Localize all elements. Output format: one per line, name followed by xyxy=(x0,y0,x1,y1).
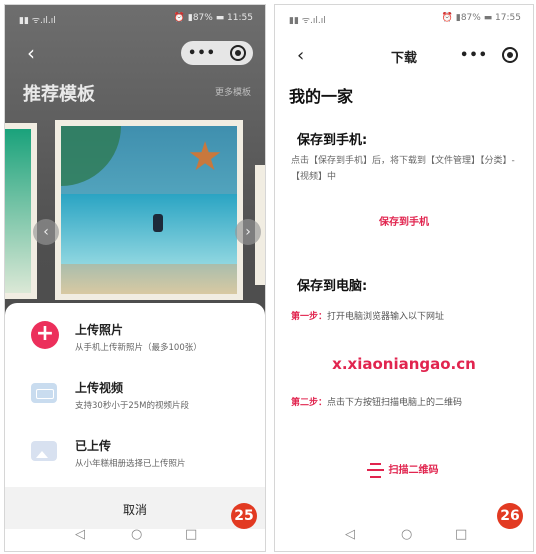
nav-back-icon[interactable]: ◁ xyxy=(345,527,355,542)
nav-back-icon[interactable]: ◁ xyxy=(75,527,85,542)
step-number-badge: 25 xyxy=(231,503,257,529)
close-miniprogram-icon[interactable] xyxy=(229,45,246,61)
back-icon[interactable]: ‹ xyxy=(27,43,35,63)
scan-icon xyxy=(366,462,384,478)
upload-video-desc: 支持30秒小于25M的视频片段 xyxy=(75,401,189,411)
template-thumbnail-prev[interactable] xyxy=(5,123,37,299)
video-icon xyxy=(31,383,57,403)
template-thumbnail-beach[interactable]: ★ xyxy=(55,120,243,300)
status-bar: ▮▮ ᯤ.ıl.ıl ⏰ ▮87% ▬ 11:55 xyxy=(5,5,265,31)
upload-video-title: 上传视频 xyxy=(75,381,124,395)
nav-recent-icon[interactable]: □ xyxy=(185,527,197,542)
more-menu-icon[interactable]: ••• xyxy=(460,48,488,63)
system-nav-bar: ◁ ○ □ xyxy=(5,521,265,551)
system-nav-bar: ◁ ○ □ xyxy=(275,521,533,551)
step-one: 第一步：打开电脑浏览器输入以下网址 xyxy=(291,309,521,325)
upload-video-option[interactable]: 上传视频 支持30秒小于25M的视频片段 xyxy=(5,369,265,421)
upload-action-sheet: + 上传照片 从手机上传新照片（最多100张） 上传视频 支持30秒小于25M的… xyxy=(5,303,265,551)
close-miniprogram-icon[interactable] xyxy=(501,47,518,63)
status-battery-time: ⏰ ▮87% ▬ 11:55 xyxy=(173,13,253,23)
uploaded-desc: 从小年糕相册选择已上传照片 xyxy=(75,459,186,469)
step-two-text: 点击下方按钮扫描电脑上的二维码 xyxy=(327,398,463,408)
page-title: 推荐模板 xyxy=(23,84,95,105)
upload-photo-desc: 从手机上传新照片（最多100张） xyxy=(75,343,202,353)
uploaded-title: 已上传 xyxy=(75,439,112,453)
mini-program-capsule: ••• xyxy=(453,43,525,67)
album-title: 我的一家 xyxy=(289,87,354,106)
more-templates-link[interactable]: 更多模板 xyxy=(215,85,251,98)
phone-screen-left: ▮▮ ᯤ.ıl.ıl ⏰ ▮87% ▬ 11:55 ‹ ••• 推荐模板 更多模… xyxy=(4,4,266,552)
palm-leaf-decoration xyxy=(61,126,121,186)
save-to-phone-heading: 保存到手机: xyxy=(297,133,368,148)
scan-qr-label: 扫描二维码 xyxy=(388,465,439,476)
phone-screen-right: ▮▮ ᯤ.ıl.ıl ⏰ ▮87% ▬ 17:55 ‹ 下载 ••• 我的一家 … xyxy=(274,4,534,552)
nav-recent-icon[interactable]: □ xyxy=(455,527,467,542)
scan-qr-button[interactable]: 扫描二维码 xyxy=(275,461,533,478)
step-number-badge: 26 xyxy=(497,503,523,529)
cancel-button[interactable]: 取消 xyxy=(5,501,265,518)
uploaded-photos-option[interactable]: 已上传 从小年糕相册选择已上传照片 xyxy=(5,427,265,479)
save-to-phone-button[interactable]: 保存到手机 xyxy=(275,213,533,228)
save-to-pc-heading: 保存到电脑: xyxy=(297,279,368,294)
mini-program-capsule: ••• xyxy=(181,41,253,65)
step-one-label: 第一步： xyxy=(291,312,328,322)
status-signal: ▮▮ ᯤ.ıl.ıl xyxy=(289,16,326,26)
save-to-phone-desc: 点击【保存到手机】后，将下载到【文件管理】【分类】-【视频】中 xyxy=(291,156,515,182)
carousel-prev-icon[interactable]: ‹ xyxy=(33,219,59,245)
nav-home-icon[interactable]: ○ xyxy=(401,527,412,542)
step-one-text: 打开电脑浏览器输入以下网址 xyxy=(327,312,445,322)
upload-photo-title: 上传照片 xyxy=(75,323,124,337)
status-battery-time: ⏰ ▮87% ▬ 17:55 xyxy=(441,13,521,23)
more-menu-icon[interactable]: ••• xyxy=(188,46,216,61)
surfer-image xyxy=(153,214,163,232)
carousel-next-icon[interactable]: › xyxy=(235,219,261,245)
nav-home-icon[interactable]: ○ xyxy=(131,527,142,542)
step-two-label: 第二步： xyxy=(291,398,328,408)
status-signal: ▮▮ ᯤ.ıl.ıl xyxy=(19,16,56,26)
add-photo-icon: + xyxy=(31,321,59,349)
starfish-decoration: ★ xyxy=(187,134,223,180)
wave-image xyxy=(61,194,237,264)
download-url: x.xiaoniangao.cn xyxy=(332,355,476,373)
step-two: 第二步：点击下方按钮扫描电脑上的二维码 xyxy=(291,395,521,411)
upload-photo-option[interactable]: + 上传照片 从手机上传新照片（最多100张） xyxy=(5,311,265,363)
album-icon xyxy=(31,441,57,461)
status-bar: ▮▮ ᯤ.ıl.ıl ⏰ ▮87% ▬ 17:55 xyxy=(275,5,533,31)
